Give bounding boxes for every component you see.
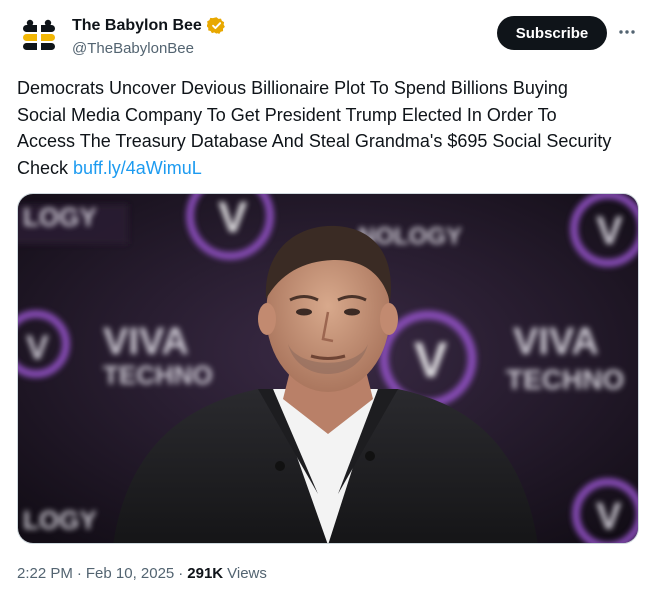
account-handle[interactable]: @TheBabylonBee	[72, 40, 194, 57]
account-avatar[interactable]	[17, 15, 61, 59]
babylon-bee-logo-icon	[17, 15, 61, 59]
meta-separator: ·	[76, 565, 82, 582]
views-label: Views	[227, 565, 267, 582]
tweet-link[interactable]: buff.ly/4aWimuL	[73, 158, 202, 178]
svg-text:V: V	[596, 209, 623, 253]
views-count[interactable]: 291K	[187, 565, 223, 582]
tweet-date[interactable]: Feb 10, 2025	[86, 565, 174, 582]
svg-text:TECHNO: TECHNO	[506, 364, 624, 395]
svg-text:VIVA: VIVA	[513, 321, 599, 363]
tweet-photo[interactable]: LOGY V NOLOGY V VIVA TECHNO V V VIVA TEC…	[17, 193, 639, 544]
verified-badge-icon[interactable]	[206, 16, 226, 35]
account-name-row[interactable]: The Babylon Bee	[72, 16, 226, 35]
svg-text:V: V	[596, 496, 622, 538]
svg-text:TECHNO: TECHNO	[103, 360, 213, 390]
tweet-meta: 2:22 PM · Feb 10, 2025 · 291K Views	[17, 565, 267, 582]
svg-text:LOGY: LOGY	[23, 202, 97, 232]
svg-text:V: V	[26, 329, 49, 367]
svg-text:V: V	[218, 194, 248, 242]
svg-text:VIVA: VIVA	[103, 321, 189, 363]
tweet-text: Democrats Uncover Devious Billionaire Pl…	[17, 75, 617, 181]
meta-separator: ·	[178, 565, 184, 582]
photo-image: LOGY V NOLOGY V VIVA TECHNO V V VIVA TEC…	[18, 194, 638, 543]
more-options-button[interactable]	[613, 18, 641, 46]
tweet-time[interactable]: 2:22 PM	[17, 565, 73, 582]
svg-text:V: V	[414, 332, 448, 388]
subscribe-button[interactable]: Subscribe	[497, 16, 607, 50]
more-horizontal-icon	[619, 30, 635, 34]
svg-text:LOGY: LOGY	[23, 505, 97, 535]
tweet-card: The Babylon Bee @TheBabylonBee Subscribe…	[0, 0, 656, 600]
display-name[interactable]: The Babylon Bee	[72, 17, 202, 35]
